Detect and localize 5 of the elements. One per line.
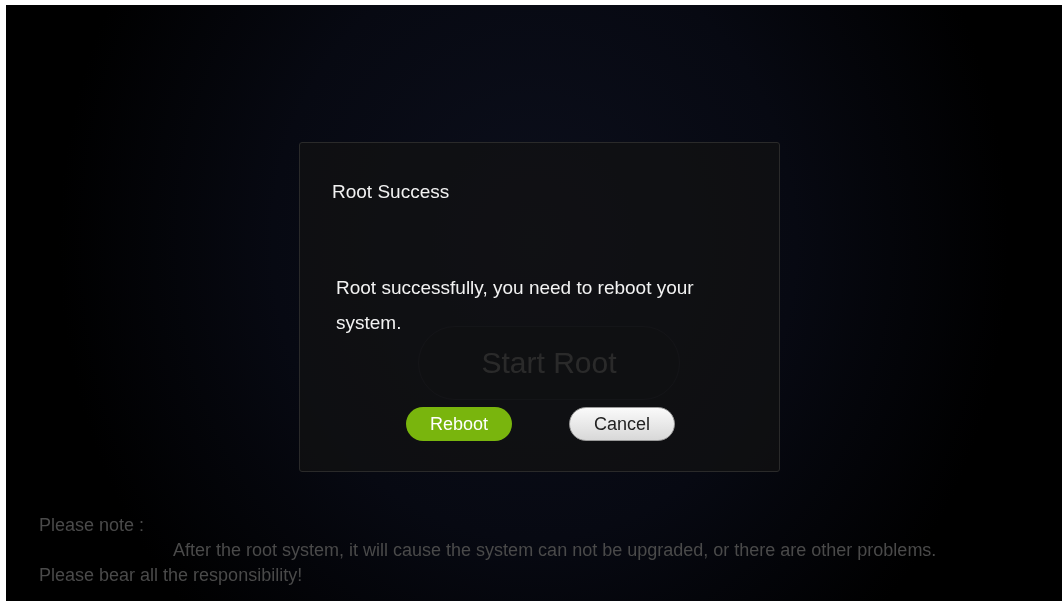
note-heading: Please note :: [39, 514, 146, 537]
dialog-title: Root Success: [332, 181, 451, 203]
cancel-button[interactable]: Cancel: [569, 407, 675, 441]
dialog-message: Root successfully, you need to reboot your system.: [336, 276, 695, 335]
note-text: After the root system, it will cause the system can not be upgraded, or there are other problems. Please bear all the responsibility!: [39, 539, 938, 587]
